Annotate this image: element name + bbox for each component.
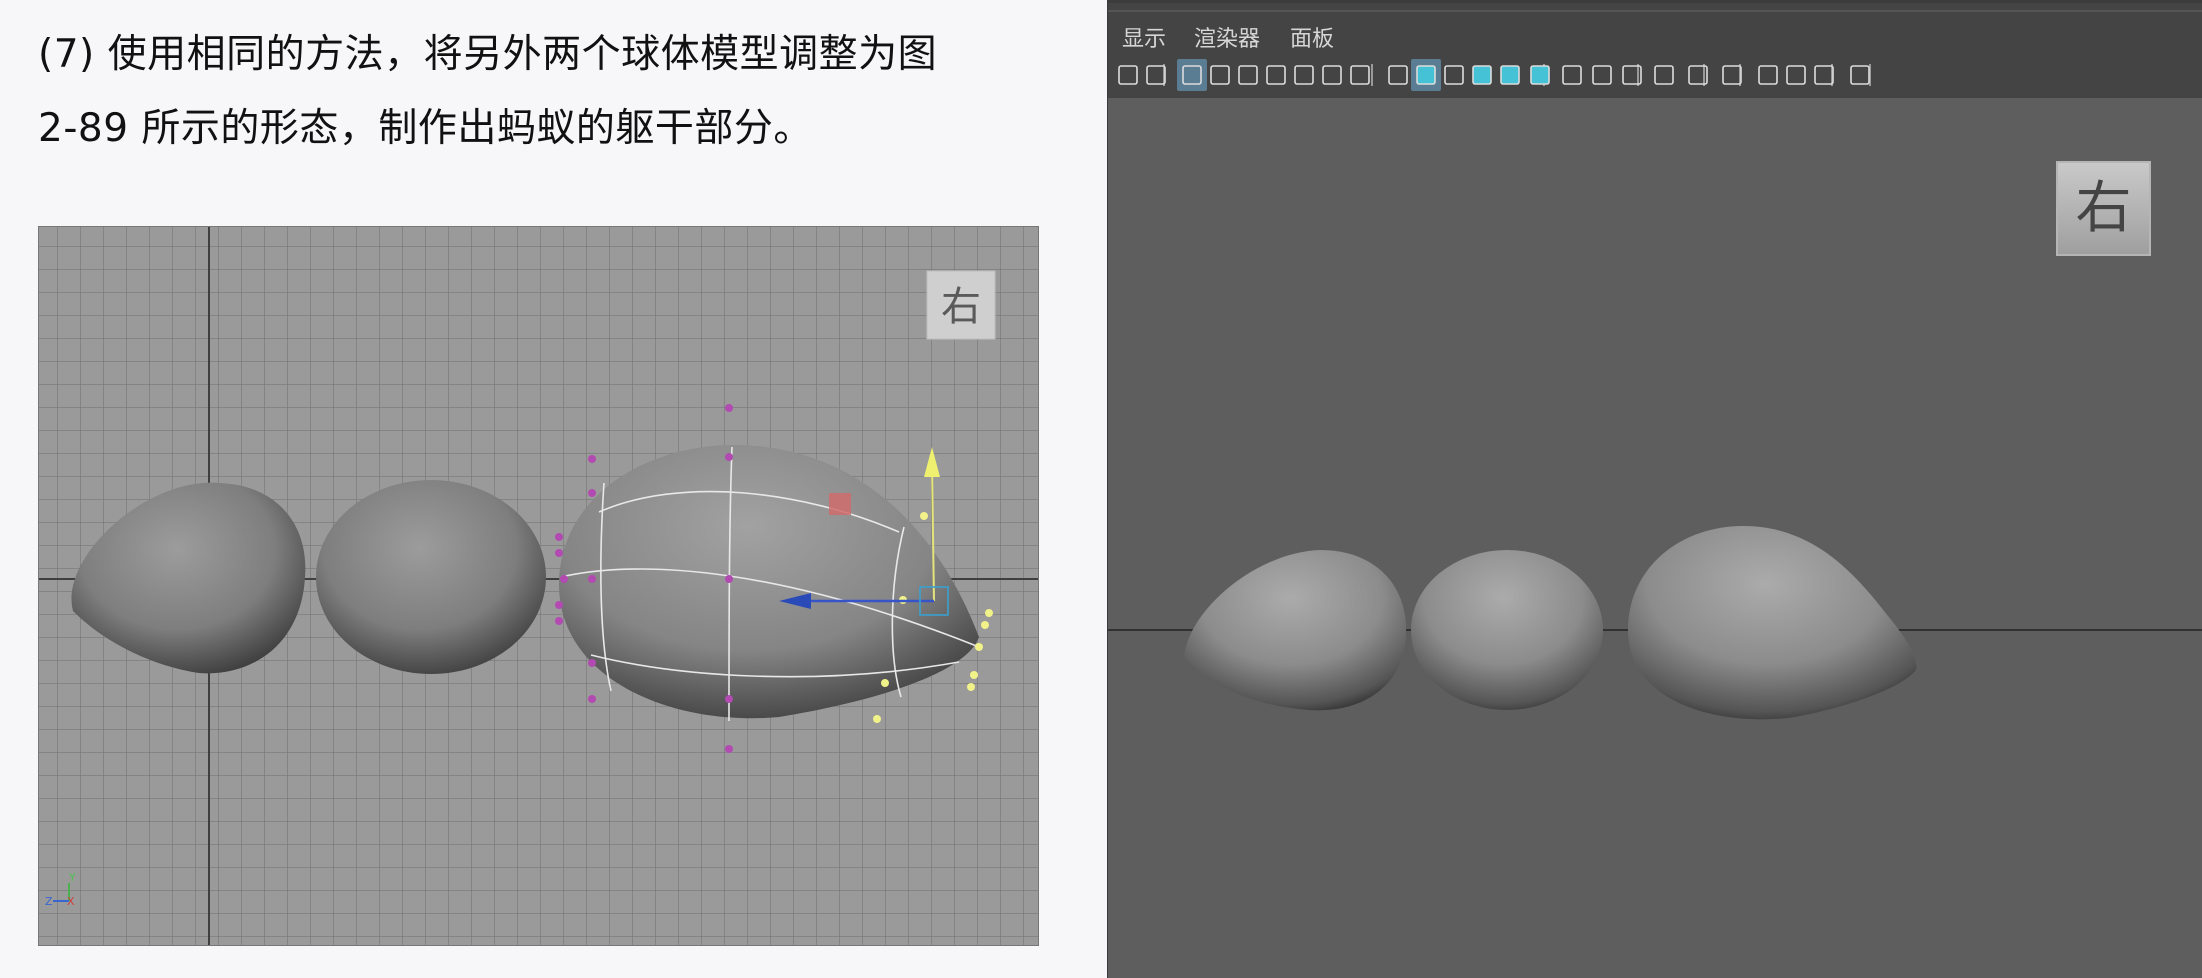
tutorial-panel: (7) 使用相同的方法，将另外两个球体模型调整为图 2-89 所示的形态，制作出… [0, 0, 1107, 978]
gate-mask-icon[interactable] [1266, 65, 1286, 85]
xray-icon[interactable] [1758, 65, 1778, 85]
ref-view-label: 右 [941, 284, 981, 330]
toolbar-icons [1118, 59, 1871, 91]
3d-viewport[interactable]: 右 [1108, 98, 2202, 978]
sphere-thorax [1411, 550, 1603, 710]
viewport-menu-bar: 显示 渲染器 面板 [1108, 0, 2202, 55]
menu-panels[interactable]: 面板 [1290, 21, 1334, 53]
svg-text:X: X [67, 895, 75, 908]
svg-text:Y: Y [68, 871, 76, 884]
maya-viewport-window: 显示 渲染器 面板 右 [1108, 0, 2202, 978]
safe-title-icon[interactable] [1350, 65, 1370, 85]
sphere-head [1184, 550, 1407, 711]
xray-active-icon[interactable] [1786, 65, 1806, 85]
instruction-line-2: 2-89 所示的形态，制作出蚂蚁的躯干部分。 [38, 106, 813, 151]
reference-screenshot: 右 Y Z X [38, 226, 1039, 946]
resolution-gate-icon[interactable] [1238, 65, 1258, 85]
default-material-icon[interactable] [1444, 65, 1464, 85]
film-gate-icon[interactable] [1210, 65, 1230, 85]
wireframe-icon[interactable] [1388, 65, 1408, 85]
ref-pivot-marker [829, 493, 851, 515]
safe-action-icon[interactable] [1322, 65, 1342, 85]
instruction-text: (7) 使用相同的方法，将另外两个球体模型调整为图 2-89 所示的形态，制作出… [38, 18, 1098, 166]
camera-attributes-icon[interactable] [1850, 65, 1870, 85]
lights-icon[interactable] [1530, 65, 1550, 85]
reference-viewport: 右 Y Z X [39, 227, 1038, 945]
paint-tool-icon[interactable] [1146, 65, 1166, 85]
wireframe-on-shaded-icon[interactable] [1472, 65, 1492, 85]
menu-show[interactable]: 显示 [1122, 21, 1166, 53]
isolate-select-icon[interactable] [1722, 65, 1742, 85]
viewport-toolbar [1108, 52, 2202, 99]
move-tool-icon[interactable] [1118, 65, 1138, 85]
shadows-icon[interactable] [1562, 65, 1582, 85]
instruction-line-1: (7) 使用相同的方法，将另外两个球体模型调整为图 [38, 32, 938, 77]
grid-icon[interactable] [1177, 59, 1207, 91]
xray-joints-icon[interactable] [1814, 65, 1834, 85]
anti-aliasing-icon[interactable] [1654, 65, 1674, 85]
screen-space-ao-icon[interactable] [1592, 65, 1612, 85]
sphere-abdomen [1628, 526, 1917, 720]
smooth-shade-icon[interactable] [1411, 59, 1441, 91]
svg-text:Z: Z [45, 895, 53, 908]
menu-renderer[interactable]: 渲染器 [1194, 21, 1260, 53]
textured-icon[interactable] [1500, 65, 1520, 85]
viewport-scene [1108, 526, 2202, 720]
field-chart-icon[interactable] [1294, 65, 1314, 85]
view-cube-right[interactable]: 右 [2056, 161, 2151, 256]
ref-sphere-thorax [316, 480, 546, 674]
